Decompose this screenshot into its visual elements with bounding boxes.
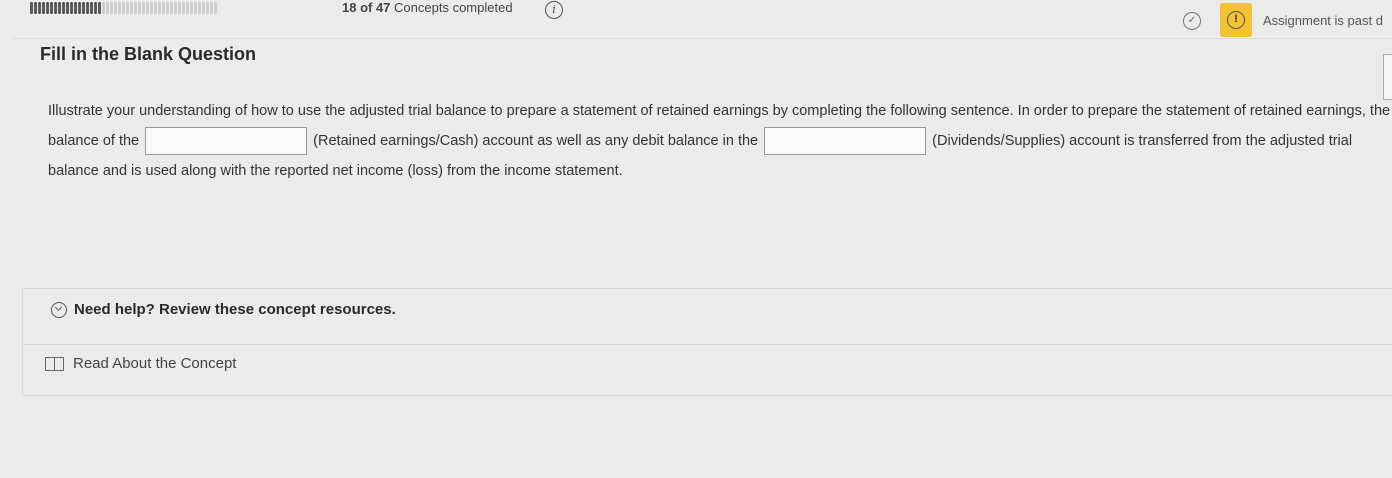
progress-segment — [162, 2, 165, 14]
progress-segment — [90, 2, 93, 14]
progress-segment — [66, 2, 69, 14]
progress-segment — [166, 2, 169, 14]
blank-input-2[interactable] — [764, 127, 927, 156]
top-bar: 18 of 47 Concepts completed i ✓ ! Assign… — [0, 0, 1392, 40]
progress-segment — [130, 2, 133, 14]
concept-progress-bar — [30, 2, 330, 14]
progress-segment — [82, 2, 85, 14]
progress-segment — [150, 2, 153, 14]
blank-input-1[interactable] — [145, 127, 308, 156]
concepts-suffix: Concepts completed — [394, 0, 513, 15]
progress-segment — [50, 2, 53, 14]
check-circle-icon[interactable]: ✓ — [1183, 12, 1201, 30]
progress-segment — [194, 2, 197, 14]
progress-segment — [118, 2, 121, 14]
chevron-down-circle-icon — [51, 301, 67, 318]
help-toggle-label: Need help? Review these concept resource… — [74, 301, 396, 318]
progress-segment — [94, 2, 97, 14]
progress-segment — [70, 2, 73, 14]
progress-segment — [170, 2, 173, 14]
progress-segment — [202, 2, 205, 14]
read-concept-section: Read About the Concept — [22, 344, 1392, 396]
header-divider — [12, 38, 1392, 39]
help-section: Need help? Review these concept resource… — [22, 288, 1392, 344]
progress-segment — [110, 2, 113, 14]
progress-segment — [214, 2, 217, 14]
concepts-completed-text: 18 of 47 Concepts completed — [342, 0, 513, 15]
progress-segment — [126, 2, 129, 14]
progress-segment — [174, 2, 177, 14]
help-toggle-button[interactable]: Need help? Review these concept resource… — [51, 301, 396, 318]
progress-segment — [114, 2, 117, 14]
progress-segment — [138, 2, 141, 14]
side-panel-toggle[interactable] — [1383, 54, 1392, 100]
progress-segment — [46, 2, 49, 14]
progress-segment — [62, 2, 65, 14]
progress-segment — [122, 2, 125, 14]
progress-segment — [34, 2, 37, 14]
progress-segment — [178, 2, 181, 14]
question-body: Illustrate your understanding of how to … — [48, 96, 1392, 186]
progress-segment — [210, 2, 213, 14]
question-title: Fill in the Blank Question — [40, 44, 257, 64]
assignment-warning-badge[interactable]: ! — [1220, 3, 1252, 37]
progress-segment — [86, 2, 89, 14]
warning-icon: ! — [1227, 11, 1245, 29]
progress-segment — [106, 2, 109, 14]
progress-segment — [38, 2, 41, 14]
progress-segment — [42, 2, 45, 14]
progress-segment — [186, 2, 189, 14]
progress-segment — [158, 2, 161, 14]
progress-segment — [190, 2, 193, 14]
read-about-concept-label: Read About the Concept — [73, 355, 237, 372]
progress-segment — [142, 2, 145, 14]
book-icon — [45, 356, 65, 371]
progress-segment — [78, 2, 81, 14]
progress-segment — [206, 2, 209, 14]
progress-segment — [74, 2, 77, 14]
progress-segment — [58, 2, 61, 14]
progress-segment — [198, 2, 201, 14]
read-about-concept-link[interactable]: Read About the Concept — [45, 355, 236, 372]
progress-segment — [54, 2, 57, 14]
progress-segment — [30, 2, 33, 14]
progress-segment — [102, 2, 105, 14]
progress-segment — [154, 2, 157, 14]
progress-segment — [146, 2, 149, 14]
progress-segment — [182, 2, 185, 14]
progress-segment — [134, 2, 137, 14]
info-icon[interactable]: i — [545, 1, 563, 19]
assignment-status-text: Assignment is past d — [1263, 13, 1383, 28]
progress-segment — [98, 2, 101, 14]
question-text-part-2: (Retained earnings/Cash) account as well… — [313, 133, 759, 149]
concepts-count: 18 of 47 — [342, 0, 391, 15]
